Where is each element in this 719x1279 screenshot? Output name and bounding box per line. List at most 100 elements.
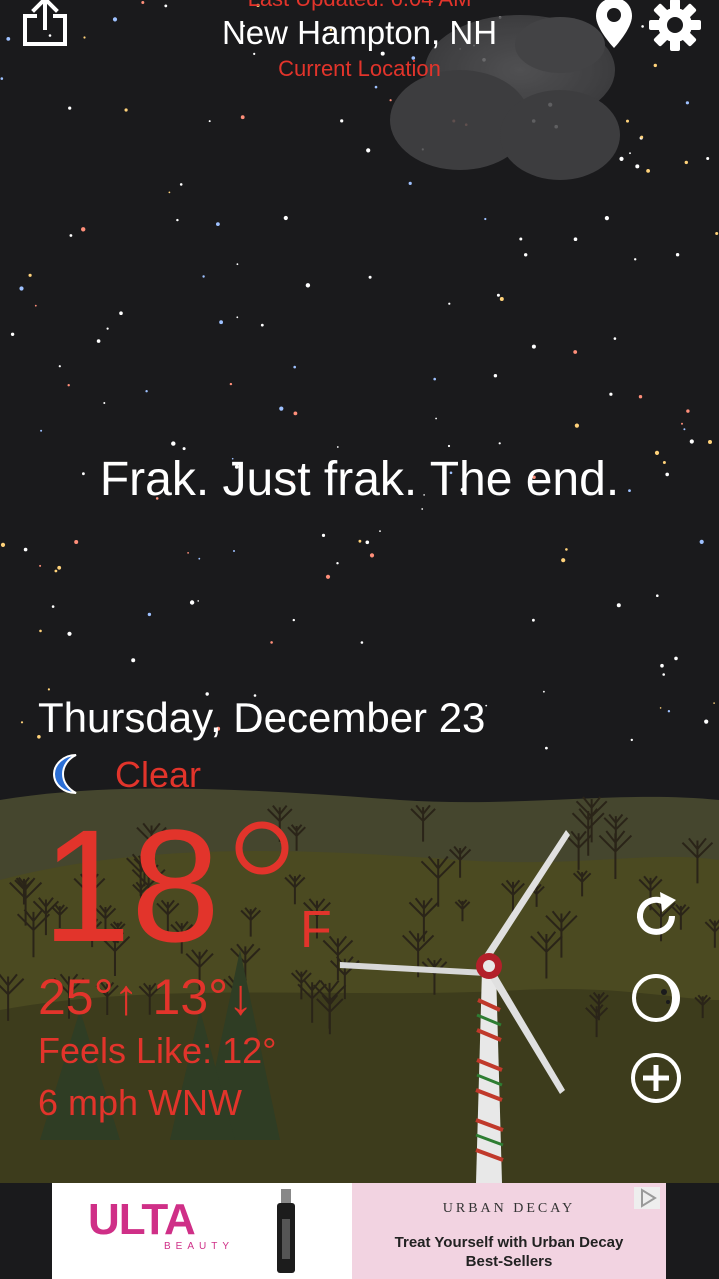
star: [39, 629, 42, 633]
feels-like: Feels Like: 12°: [38, 1030, 277, 1071]
ad-promo-line1: Treat Yourself with Urban Decay: [394, 1234, 624, 1251]
star: [0, 542, 6, 548]
moon-icon: [52, 754, 77, 794]
star: [686, 409, 690, 413]
star: [519, 237, 523, 241]
star: [685, 101, 690, 105]
star: [293, 411, 298, 416]
star: [236, 316, 239, 319]
star: [253, 52, 256, 56]
star: [96, 339, 101, 343]
star: [219, 320, 224, 325]
star: [197, 600, 199, 602]
star: [240, 115, 245, 120]
star: [485, 704, 488, 707]
star: [260, 323, 264, 327]
star: [54, 569, 58, 573]
star: [630, 738, 633, 742]
star: [198, 557, 201, 560]
moon-phase-icon[interactable]: [628, 970, 684, 1026]
star: [573, 350, 578, 354]
ad-banner[interactable]: ULTA BEAUTY URBAN DECAY Treat Yourself w…: [52, 1183, 666, 1279]
star: [629, 152, 631, 155]
star: [660, 663, 664, 668]
star: [106, 327, 109, 330]
star: [640, 135, 644, 139]
star: [496, 293, 500, 297]
star: [684, 160, 688, 165]
star: [634, 258, 637, 261]
ad-choices-icon[interactable]: [634, 1187, 660, 1209]
star: [58, 365, 61, 368]
high-temp: 25°: [38, 969, 114, 1025]
condition-text: Clear: [115, 754, 202, 795]
star: [23, 547, 28, 552]
star: [380, 51, 385, 56]
star: [498, 442, 501, 445]
star: [336, 562, 339, 565]
star: [532, 618, 535, 622]
refresh-icon[interactable]: [628, 888, 684, 944]
star: [20, 721, 24, 724]
star: [216, 222, 220, 227]
star: [34, 304, 37, 307]
star: [10, 332, 15, 336]
star: [233, 550, 235, 552]
ad-left-panel: ULTA BEAUTY: [52, 1183, 352, 1279]
star: [499, 297, 504, 301]
star: [366, 148, 371, 153]
star: [182, 447, 186, 451]
low-temp: 13°: [152, 969, 229, 1025]
star: [47, 688, 51, 691]
star: [81, 227, 86, 232]
ad-right-panel: URBAN DECAY Treat Yourself with Urban De…: [352, 1183, 666, 1279]
star: [662, 673, 665, 676]
gear-icon[interactable]: [648, 0, 702, 52]
star: [28, 273, 32, 277]
star: [145, 390, 148, 393]
star: [524, 253, 528, 257]
star: [683, 428, 686, 431]
star: [67, 384, 70, 387]
share-icon[interactable]: [20, 0, 70, 48]
star: [675, 253, 680, 257]
star: [292, 618, 295, 622]
star: [124, 108, 128, 112]
star: [236, 263, 239, 266]
star: [708, 440, 712, 444]
degree-symbol: [235, 821, 289, 875]
star: [39, 564, 42, 567]
star: [433, 377, 437, 381]
ulta-logo-sub: BEAUTY: [164, 1241, 235, 1252]
star: [493, 374, 498, 378]
star: [565, 548, 568, 551]
star: [69, 234, 73, 237]
down-arrow-icon: ↓: [228, 969, 254, 1025]
forecast-date: Thursday, December 23: [38, 694, 486, 741]
location-pin-icon[interactable]: [594, 0, 634, 50]
star: [369, 553, 375, 558]
temperature-unit: F: [300, 901, 332, 959]
star: [626, 119, 629, 123]
ad-promo-text: Treat Yourself with Urban Decay Best-Sel…: [352, 1233, 666, 1271]
star: [131, 658, 136, 663]
star: [609, 392, 613, 396]
temperature-value: 18: [42, 796, 220, 975]
star: [561, 558, 566, 563]
star: [103, 402, 106, 404]
star: [325, 574, 331, 579]
star: [706, 157, 710, 160]
star: [189, 600, 195, 605]
add-icon[interactable]: [628, 1050, 684, 1106]
star: [229, 382, 233, 386]
star: [573, 237, 578, 241]
star: [368, 275, 372, 279]
star: [279, 406, 284, 411]
star: [340, 119, 344, 123]
star: [379, 530, 381, 532]
star: [374, 85, 378, 89]
star: [147, 612, 152, 617]
star: [659, 707, 662, 709]
star: [336, 446, 339, 448]
star: [19, 286, 24, 291]
